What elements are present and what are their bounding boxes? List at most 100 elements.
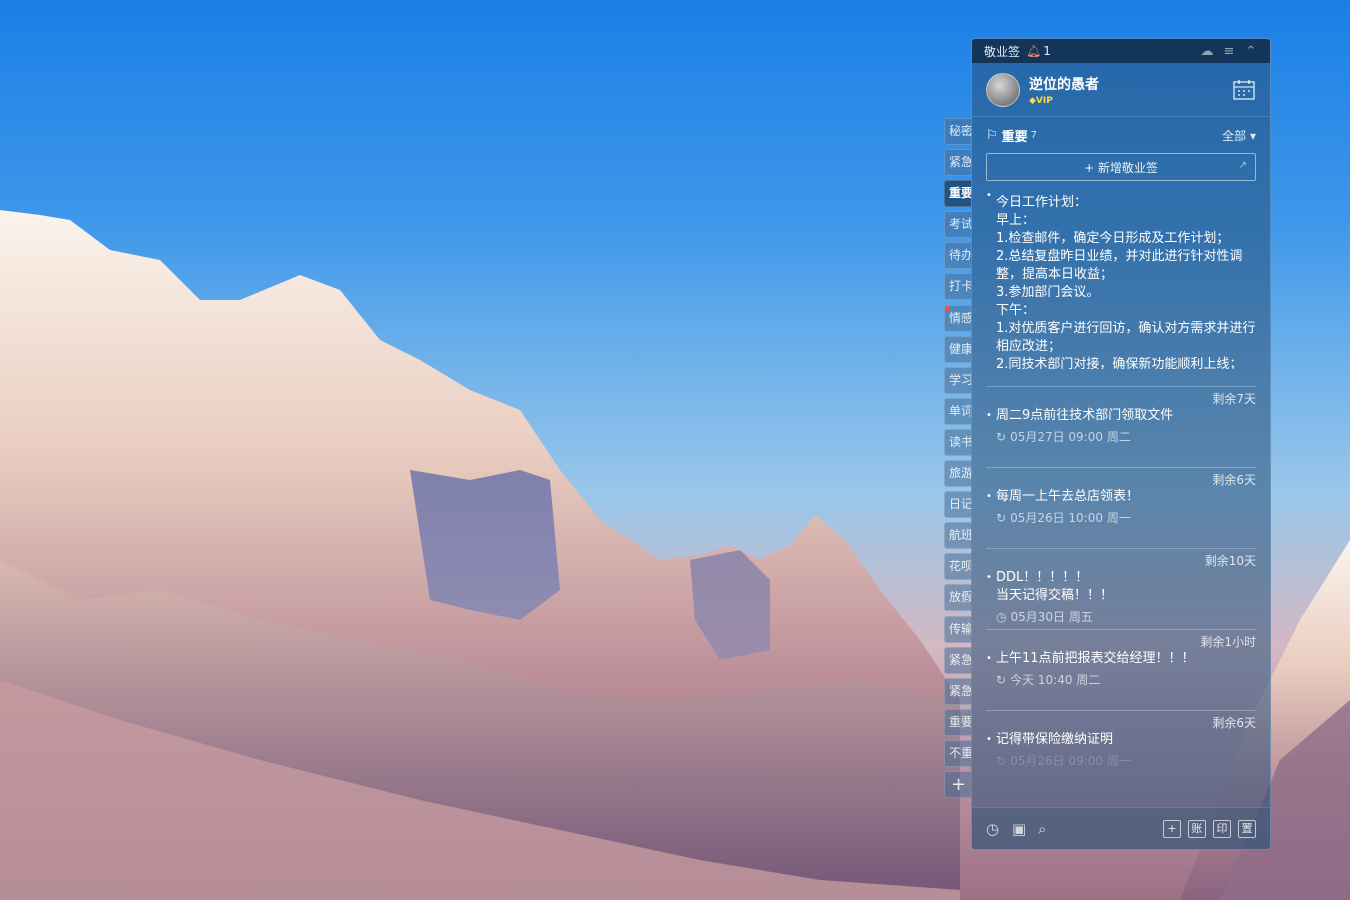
footer-print-button[interactable]: 印 <box>1213 819 1231 838</box>
note-line: 上午11点前把报表交给经理！！！ <box>996 651 1195 666</box>
side-tab[interactable]: 花呗 <box>944 553 972 581</box>
vip-badge: ◆VIP <box>1029 95 1053 106</box>
note-line: 早上： <box>996 213 1036 228</box>
chevron-up-icon[interactable]: ⌃ <box>1240 44 1262 59</box>
side-tab[interactable]: 紧急 <box>944 149 972 177</box>
remaining-time: 剩余7天 <box>1212 392 1256 406</box>
remaining-time: 剩余6天 <box>1212 716 1256 730</box>
note-item[interactable]: 剩余1小时上午11点前把报表交给经理！！！ ↻今天 10:40 周二 <box>986 630 1256 711</box>
calendar-icon[interactable] <box>1232 79 1256 101</box>
side-tab[interactable]: 打卡 <box>944 273 972 301</box>
side-tab[interactable]: 航班 <box>944 522 972 550</box>
note-item[interactable]: 剩余6天记得带保险缴纳证明 ↻05月26日 09:00 周一 <box>986 711 1256 771</box>
note-line: 2.总结复盘昨日业绩，并对此进行针对性调整，提高本日收益； <box>996 249 1243 282</box>
note-line: 2.同技术部门对接，确保新功能顺利上线； <box>996 357 1243 369</box>
side-tab[interactable]: 日记 <box>944 491 972 519</box>
note-line: 当天记得交稿！！！ <box>996 588 1114 603</box>
unread-dot <box>945 305 950 311</box>
add-note-button[interactable]: + 新增敬业签 ↗ <box>986 153 1256 181</box>
note-item[interactable]: 剩余6天每周一上午去总店领表！ ↻05月26日 10:00 周一 <box>986 468 1256 549</box>
bell-icon[interactable]: 🔔︎ <box>1026 44 1041 58</box>
inbox-icon[interactable]: ▣ <box>1012 820 1038 838</box>
note-reminder: ↻ 05月26日 10:00 周一 <box>986 506 1256 530</box>
note-line: 每周一上午去总店领表！ <box>996 489 1140 504</box>
clock-icon[interactable]: ◷ <box>986 820 1012 838</box>
side-tab[interactable]: 放假 <box>944 584 972 612</box>
footer-settings-button[interactable]: 置 <box>1238 819 1256 838</box>
side-tab[interactable]: 秘密 <box>944 118 972 145</box>
side-tab[interactable]: 读书 <box>944 428 972 456</box>
side-tab[interactable]: 单词 <box>944 397 972 425</box>
side-tab[interactable]: 紧急 <box>944 677 972 705</box>
side-tab[interactable]: 传输 <box>944 615 972 643</box>
avatar[interactable] <box>986 72 1020 107</box>
repeat-icon: ↻ <box>996 511 1007 525</box>
search-icon[interactable]: ⌕ <box>1038 820 1064 838</box>
note-content[interactable]: 今日工作计划： 早上： 1.检查邮件，确定今日形成及工作计划； 2.总结复盘昨日业绩，… <box>986 187 1256 369</box>
note-line: 下午： <box>996 303 1036 318</box>
title-bar[interactable]: 敬业签 🔔︎ 1 ☁ ≡ ⌃ <box>972 39 1270 63</box>
menu-icon[interactable]: ≡ <box>1218 44 1240 59</box>
expand-icon[interactable]: ↗ <box>1239 160 1247 171</box>
note-item[interactable]: 剩余10天 DDL！！！！！ 当天记得交稿！！！ ◷05月30日 周五 <box>986 549 1256 630</box>
note-reminder: ◷ 05月30日 周五 <box>986 605 1256 629</box>
side-tab[interactable]: 情感 <box>944 304 972 332</box>
note-content[interactable]: 每周一上午去总店领表！ <box>986 488 1256 506</box>
reminder-time: 今天 10:40 周二 <box>1010 673 1101 687</box>
footer-toolbar: ◷ ▣ ⌕ + 账 印 置 <box>972 807 1270 849</box>
side-tab[interactable]: 不重 <box>944 739 972 767</box>
notification-count[interactable]: 1 <box>1043 44 1051 58</box>
note-item[interactable]: 剩余7天周二9点前往技术部门领取文件 ↻05月27日 09:00 周二 <box>986 387 1256 468</box>
side-tab[interactable]: 重要 <box>944 708 972 736</box>
remaining-time: 剩余6天 <box>1212 473 1256 487</box>
remaining-time: 剩余1小时 <box>1200 635 1256 649</box>
side-tab[interactable]: 重要 <box>944 180 972 208</box>
diamond-icon: ◆ <box>1029 95 1036 106</box>
sticky-note-panel: 敬业签 🔔︎ 1 ☁ ≡ ⌃ 逆位的愚者 ◆VIP ⚐ 重要 7 全部 ▾ + … <box>971 38 1271 850</box>
username[interactable]: 逆位的愚者 <box>1029 74 1232 94</box>
list-title: 重要 <box>1001 129 1028 145</box>
side-tab[interactable]: 学习 <box>944 366 972 394</box>
side-tab[interactable]: 考试 <box>944 211 972 239</box>
note-line: 1.对优质客户进行回访，确认对方需求并进行相应改进； <box>996 321 1256 354</box>
side-tab[interactable]: 健康 <box>944 335 972 363</box>
remaining-time: 剩余10天 <box>1204 554 1256 568</box>
user-row: 逆位的愚者 ◆VIP <box>972 63 1270 117</box>
note-reminder: ↻ 今天 10:40 周二 <box>986 668 1256 692</box>
clock-icon: ◷ <box>996 610 1007 624</box>
reminder-time: 05月26日 10:00 周一 <box>1010 511 1131 525</box>
reminder-time: 05月27日 09:00 周二 <box>1010 430 1131 444</box>
app-title: 敬业签 <box>984 44 1021 59</box>
footer-account-button[interactable]: 账 <box>1188 819 1206 838</box>
note-line: DDL！！！！！ <box>996 570 1089 585</box>
side-tab[interactable]: 旅游 <box>944 460 972 488</box>
note-content[interactable]: 上午11点前把报表交给经理！！！ <box>986 650 1256 668</box>
note-reminder: ↻ 05月26日 09:00 周一 <box>986 749 1256 773</box>
reminder-time: 05月26日 09:00 周一 <box>1010 754 1131 768</box>
list-count: 7 <box>1030 129 1038 141</box>
repeat-icon: ↻ <box>996 754 1007 768</box>
note-line: 今日工作计划： <box>996 195 1088 210</box>
add-note-label: + 新增敬业签 <box>1084 160 1158 175</box>
note-line: 3.参加部门会议。 <box>996 285 1100 300</box>
list-header: ⚐ 重要 7 全部 ▾ <box>972 117 1270 153</box>
side-tab[interactable]: 紧急 <box>944 646 972 674</box>
note-list: 今日工作计划： 早上： 1.检查邮件，确定今日形成及工作计划； 2.总结复盘昨日业绩，… <box>972 187 1270 771</box>
note-line: 1.检查邮件，确定今日形成及工作计划； <box>996 231 1230 246</box>
side-tab[interactable]: 待办 <box>944 242 972 270</box>
flag-icon: ⚐ <box>986 127 998 143</box>
note-content[interactable]: DDL！！！！！ 当天记得交稿！！！ <box>986 569 1256 605</box>
cloud-icon[interactable]: ☁ <box>1196 44 1218 59</box>
note-item[interactable]: 今日工作计划： 早上： 1.检查邮件，确定今日形成及工作计划； 2.总结复盘昨日业绩，… <box>986 187 1256 387</box>
repeat-icon: ↻ <box>996 673 1007 687</box>
note-line: 记得带保险缴纳证明 <box>996 732 1114 747</box>
repeat-icon: ↻ <box>996 430 1007 444</box>
note-content[interactable]: 周二9点前往技术部门领取文件 <box>986 407 1256 425</box>
note-line: 周二9点前往技术部门领取文件 <box>996 408 1174 423</box>
add-category-button[interactable]: + <box>944 770 972 798</box>
footer-add-button[interactable]: + <box>1163 819 1181 838</box>
category-tabs: 秘密 紧急 重要 考试 待办 打卡 情感 健康 学习 单词 读书 旅游 日记 航班 花呗 放假 传输 紧急 紧急 重要… <box>944 118 972 802</box>
note-content[interactable]: 记得带保险缴纳证明 <box>986 731 1256 749</box>
filter-dropdown[interactable]: 全部 ▾ <box>1222 127 1256 144</box>
note-reminder: ↻ 05月27日 09:00 周二 <box>986 425 1256 449</box>
